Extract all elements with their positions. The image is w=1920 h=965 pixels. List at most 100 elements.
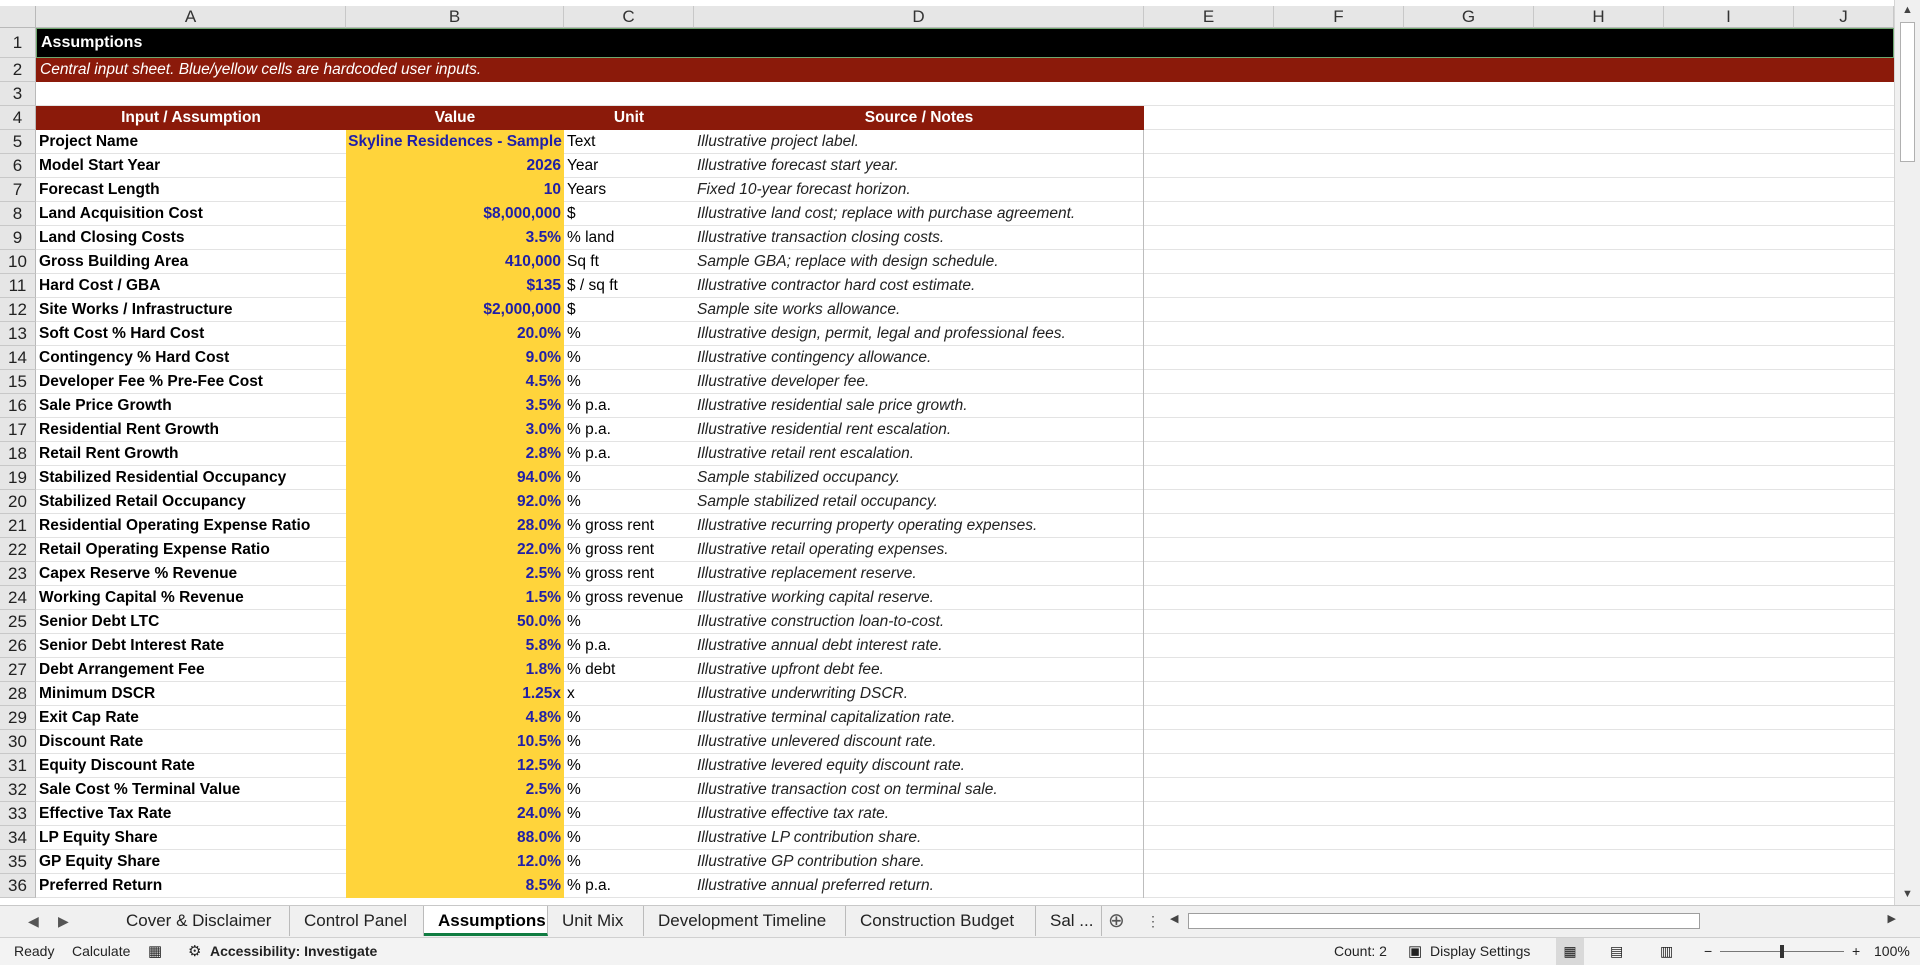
input-value[interactable]: 5.8% <box>346 634 564 658</box>
column-header-f[interactable]: F <box>1274 6 1404 28</box>
spreadsheet-grid[interactable]: A B C D E F G H I J 1 2 3 4 5 6 7 8 9 10 11 12 13 14 15 16 17 18 19 2… <box>0 0 1894 905</box>
input-label[interactable]: Model Start Year <box>36 154 346 178</box>
input-unit[interactable]: Text <box>564 130 694 154</box>
input-label[interactable]: Stabilized Residential Occupancy <box>36 466 346 490</box>
input-value[interactable]: 1.5% <box>346 586 564 610</box>
input-note[interactable]: Illustrative working capital reserve. <box>694 586 1144 610</box>
column-header-b[interactable]: B <box>346 6 564 28</box>
row-header-24[interactable]: 24 <box>0 586 36 610</box>
input-value[interactable]: 4.8% <box>346 706 564 730</box>
input-value[interactable]: 24.0% <box>346 802 564 826</box>
input-label[interactable]: Capex Reserve % Revenue <box>36 562 346 586</box>
input-unit[interactable]: % <box>564 490 694 514</box>
row-header-4[interactable]: 4 <box>0 106 36 130</box>
input-value[interactable]: 3.5% <box>346 226 564 250</box>
row-header-33[interactable]: 33 <box>0 802 36 826</box>
input-label[interactable]: Working Capital % Revenue <box>36 586 346 610</box>
row-header-32[interactable]: 32 <box>0 778 36 802</box>
row-header-30[interactable]: 30 <box>0 730 36 754</box>
row-header-11[interactable]: 11 <box>0 274 36 298</box>
header-value[interactable]: Value <box>346 106 564 130</box>
input-label[interactable]: Sale Cost % Terminal Value <box>36 778 346 802</box>
input-unit[interactable]: % <box>564 730 694 754</box>
sheet-tab[interactable]: Sal ... <box>1036 906 1102 936</box>
row-header-3[interactable]: 3 <box>0 82 36 106</box>
column-header-j[interactable]: J <box>1794 6 1894 28</box>
vertical-scrollbar[interactable]: ▲ ▼ <box>1894 0 1920 905</box>
input-note[interactable]: Illustrative LP contribution share. <box>694 826 1144 850</box>
input-note[interactable]: Illustrative GP contribution share. <box>694 850 1144 874</box>
row-header-8[interactable]: 8 <box>0 202 36 226</box>
input-value[interactable]: 50.0% <box>346 610 564 634</box>
input-label[interactable]: Site Works / Infrastructure <box>36 298 346 322</box>
input-unit[interactable]: % gross rent <box>564 562 694 586</box>
input-note[interactable]: Illustrative transaction closing costs. <box>694 226 1144 250</box>
input-note[interactable]: Sample site works allowance. <box>694 298 1144 322</box>
input-value[interactable]: 410,000 <box>346 250 564 274</box>
scroll-down-icon[interactable]: ▼ <box>1895 884 1920 904</box>
sheet-tab[interactable]: Control Panel <box>290 906 424 936</box>
input-unit[interactable]: % <box>564 850 694 874</box>
row-header-1[interactable]: 1 <box>0 28 36 58</box>
input-label[interactable]: Exit Cap Rate <box>36 706 346 730</box>
input-label[interactable]: Project Name <box>36 130 346 154</box>
row-header-22[interactable]: 22 <box>0 538 36 562</box>
input-unit[interactable]: % <box>564 706 694 730</box>
input-label[interactable]: Senior Debt LTC <box>36 610 346 634</box>
input-value[interactable]: 10 <box>346 178 564 202</box>
add-sheet-icon[interactable]: ⊕ <box>1108 906 1125 936</box>
input-note[interactable]: Illustrative unlevered discount rate. <box>694 730 1144 754</box>
input-label[interactable]: Retail Rent Growth <box>36 442 346 466</box>
input-label[interactable]: Contingency % Hard Cost <box>36 346 346 370</box>
input-unit[interactable]: $ <box>564 298 694 322</box>
input-note[interactable]: Illustrative effective tax rate. <box>694 802 1144 826</box>
select-all-corner[interactable] <box>0 6 36 28</box>
row-header-14[interactable]: 14 <box>0 346 36 370</box>
input-value[interactable]: 10.5% <box>346 730 564 754</box>
input-unit[interactable]: % debt <box>564 658 694 682</box>
row-header-6[interactable]: 6 <box>0 154 36 178</box>
row-header-17[interactable]: 17 <box>0 418 36 442</box>
input-value[interactable]: 1.8% <box>346 658 564 682</box>
input-note[interactable]: Illustrative developer fee. <box>694 370 1144 394</box>
zoom-out-icon[interactable]: − <box>1704 938 1712 965</box>
input-note[interactable]: Illustrative underwriting DSCR. <box>694 682 1144 706</box>
input-unit[interactable]: % p.a. <box>564 442 694 466</box>
row-header-10[interactable]: 10 <box>0 250 36 274</box>
row-header-31[interactable]: 31 <box>0 754 36 778</box>
sheet-tab[interactable]: Construction Budget <box>846 906 1036 936</box>
input-unit[interactable]: % gross revenue <box>564 586 694 610</box>
input-note[interactable]: Illustrative recurring property operatin… <box>694 514 1144 538</box>
input-value[interactable]: 3.0% <box>346 418 564 442</box>
input-unit[interactable]: % p.a. <box>564 418 694 442</box>
row-header-28[interactable]: 28 <box>0 682 36 706</box>
column-header-g[interactable]: G <box>1404 6 1534 28</box>
column-header-a[interactable]: A <box>36 6 346 28</box>
input-note[interactable]: Illustrative contractor hard cost estima… <box>694 274 1144 298</box>
sheet-title[interactable]: Assumptions <box>36 28 1894 58</box>
row-header-5[interactable]: 5 <box>0 130 36 154</box>
input-note[interactable]: Illustrative terminal capitalization rat… <box>694 706 1144 730</box>
input-label[interactable]: Discount Rate <box>36 730 346 754</box>
input-value[interactable]: 94.0% <box>346 466 564 490</box>
input-value[interactable]: $8,000,000 <box>346 202 564 226</box>
input-unit[interactable]: % p.a. <box>564 874 694 898</box>
input-value[interactable]: 28.0% <box>346 514 564 538</box>
input-note[interactable]: Illustrative annual preferred return. <box>694 874 1144 898</box>
input-note[interactable]: Illustrative replacement reserve. <box>694 562 1144 586</box>
column-header-e[interactable]: E <box>1144 6 1274 28</box>
accessibility-status[interactable]: Accessibility: Investigate <box>210 938 377 965</box>
vertical-scroll-thumb[interactable] <box>1900 22 1915 162</box>
input-unit[interactable]: % <box>564 778 694 802</box>
row-header-16[interactable]: 16 <box>0 394 36 418</box>
sheet-tab[interactable]: Assumptions <box>424 906 548 936</box>
header-unit[interactable]: Unit <box>564 106 694 130</box>
input-unit[interactable]: Sq ft <box>564 250 694 274</box>
input-label[interactable]: Effective Tax Rate <box>36 802 346 826</box>
sheet-subtitle[interactable]: Central input sheet. Blue/yellow cells a… <box>36 58 1894 82</box>
zoom-level[interactable]: 100% <box>1874 938 1910 965</box>
input-note[interactable]: Illustrative forecast start year. <box>694 154 1144 178</box>
input-label[interactable]: Equity Discount Rate <box>36 754 346 778</box>
input-unit[interactable]: % <box>564 610 694 634</box>
input-value[interactable]: 12.0% <box>346 850 564 874</box>
